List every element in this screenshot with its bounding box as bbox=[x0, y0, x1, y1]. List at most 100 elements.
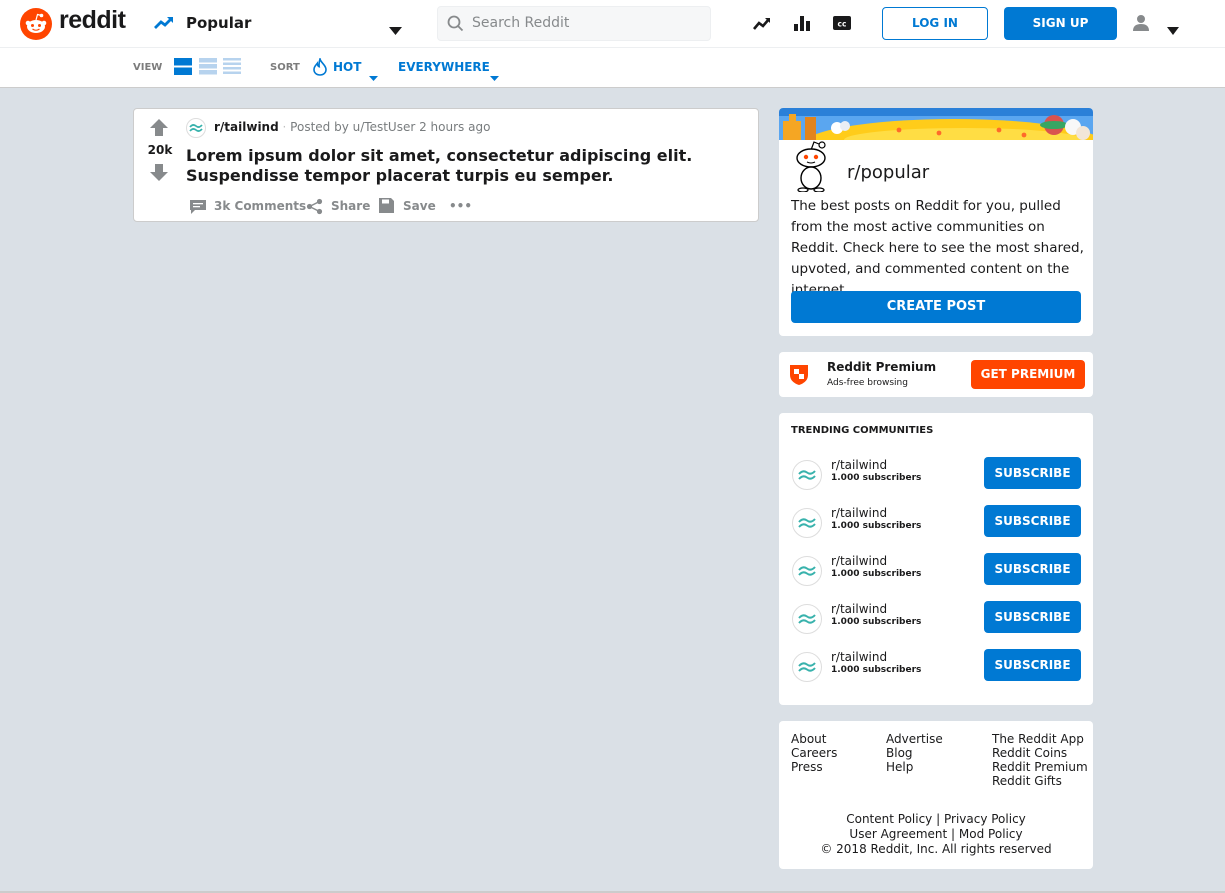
user-menu-chevron-icon[interactable] bbox=[1167, 20, 1179, 39]
post-title[interactable]: Lorem ipsum dolor sit amet, consectetur … bbox=[186, 146, 746, 186]
top-navbar: reddit Popular Search Reddit cc LOG IN S… bbox=[0, 0, 1225, 48]
user-icon[interactable] bbox=[1132, 14, 1150, 36]
svg-text:cc: cc bbox=[838, 20, 847, 29]
get-premium-button[interactable]: GET PREMIUM bbox=[971, 360, 1085, 389]
premium-shield-icon bbox=[788, 362, 810, 390]
premium-title: Reddit Premium bbox=[827, 360, 937, 374]
subscribe-button[interactable]: SUBSCRIBE bbox=[984, 505, 1081, 537]
save-icon[interactable] bbox=[379, 198, 394, 217]
popular-info-card: r/popular The best posts on Reddit for y… bbox=[779, 108, 1093, 336]
sort-bar: VIEW SORT HOT EVERYWHERE bbox=[0, 48, 1225, 88]
community-avatar[interactable] bbox=[792, 556, 822, 586]
footer-link-blog[interactable]: Blog bbox=[886, 746, 943, 760]
search-input[interactable]: Search Reddit bbox=[437, 6, 711, 41]
community-name[interactable]: r/tailwind bbox=[831, 650, 887, 664]
footer-column-1: About Careers Press bbox=[791, 732, 837, 774]
comment-icon[interactable] bbox=[190, 199, 206, 218]
search-placeholder: Search Reddit bbox=[472, 15, 570, 31]
subreddit-avatar[interactable] bbox=[186, 118, 206, 142]
footer-link-reddit-gifts[interactable]: Reddit Gifts bbox=[992, 774, 1088, 788]
community-avatar[interactable] bbox=[792, 508, 822, 538]
community-avatar[interactable] bbox=[792, 652, 822, 682]
footer-link-reddit-coins[interactable]: Reddit Coins bbox=[992, 746, 1088, 760]
community-subscribers: 1.000 subscribers bbox=[831, 617, 922, 627]
feed-selector-label[interactable]: Popular bbox=[186, 14, 251, 32]
downvote-arrow-icon[interactable] bbox=[150, 164, 168, 185]
footer-column-2: Advertise Blog Help bbox=[886, 732, 943, 774]
vote-count: 20k bbox=[147, 143, 173, 157]
trending-arrow-icon bbox=[153, 13, 175, 37]
more-options-icon[interactable]: ••• bbox=[449, 199, 472, 213]
community-subscribers: 1.000 subscribers bbox=[831, 569, 922, 579]
mod-policy-link[interactable]: Mod Policy bbox=[959, 827, 1023, 841]
search-icon bbox=[447, 15, 464, 36]
subscribe-button[interactable]: SUBSCRIBE bbox=[984, 553, 1081, 585]
copyright-text: © 2018 Reddit, Inc. All rights reserved bbox=[820, 842, 1052, 856]
reddit-logo-icon[interactable] bbox=[20, 8, 52, 40]
stats-icon[interactable] bbox=[793, 14, 811, 36]
community-name[interactable]: r/tailwind bbox=[831, 506, 887, 520]
reddit-wordmark[interactable]: reddit bbox=[59, 6, 126, 35]
footer-link-reddit-premium[interactable]: Reddit Premium bbox=[992, 760, 1088, 774]
comments-button[interactable]: 3k Comments bbox=[214, 199, 306, 213]
trending-icon[interactable] bbox=[752, 14, 772, 38]
location-dropdown[interactable]: EVERYWHERE bbox=[398, 60, 490, 74]
save-button[interactable]: Save bbox=[403, 199, 436, 213]
list-item: r/tailwind 1.000 subscribers SUBSCRIBE bbox=[779, 601, 1093, 649]
card-view-icon[interactable] bbox=[174, 58, 192, 79]
subscribe-button[interactable]: SUBSCRIBE bbox=[984, 649, 1081, 681]
footer-agreement-links: User Agreement | Mod Policy bbox=[779, 827, 1093, 842]
community-avatar[interactable] bbox=[792, 604, 822, 634]
cc-icon[interactable]: cc bbox=[833, 15, 851, 35]
subreddit-link[interactable]: r/tailwind bbox=[214, 120, 279, 134]
location-chevron-down-icon[interactable] bbox=[490, 66, 499, 85]
share-button[interactable]: Share bbox=[331, 199, 370, 213]
post-card[interactable]: 20k r/tailwind · Posted by u/TestUser 2 … bbox=[133, 108, 759, 222]
footer-link-advertise[interactable]: Advertise bbox=[886, 732, 943, 746]
classic-view-icon[interactable] bbox=[199, 58, 217, 79]
list-item: r/tailwind 1.000 subscribers SUBSCRIBE bbox=[779, 457, 1093, 505]
premium-subtitle: Ads-free browsing bbox=[827, 378, 908, 388]
subscribe-button[interactable]: SUBSCRIBE bbox=[984, 601, 1081, 633]
view-label: VIEW bbox=[133, 62, 163, 73]
community-name[interactable]: r/tailwind bbox=[831, 602, 887, 616]
post-meta: r/tailwind · Posted by u/TestUser 2 hour… bbox=[214, 120, 491, 134]
community-name[interactable]: r/tailwind bbox=[831, 458, 887, 472]
footer-link-help[interactable]: Help bbox=[886, 760, 943, 774]
trending-communities-card: TRENDING COMMUNITIES r/tailwind 1.000 su… bbox=[779, 413, 1093, 705]
chevron-down-icon[interactable] bbox=[389, 20, 402, 39]
footer-link-reddit-app[interactable]: The Reddit App bbox=[992, 732, 1088, 746]
community-avatar[interactable] bbox=[792, 460, 822, 490]
sort-dropdown[interactable]: HOT bbox=[333, 60, 361, 74]
list-item: r/tailwind 1.000 subscribers SUBSCRIBE bbox=[779, 553, 1093, 601]
trending-title: TRENDING COMMUNITIES bbox=[791, 425, 934, 436]
footer-link-about[interactable]: About bbox=[791, 732, 837, 746]
footer-card: About Careers Press Advertise Blog Help … bbox=[779, 721, 1093, 869]
subscribe-button[interactable]: SUBSCRIBE bbox=[984, 457, 1081, 489]
signup-button[interactable]: SIGN UP bbox=[1004, 7, 1117, 40]
footer-policy-links: Content Policy | Privacy Policy bbox=[779, 812, 1093, 827]
snoo-mascot-icon bbox=[789, 138, 833, 196]
content-policy-link[interactable]: Content Policy bbox=[846, 812, 932, 826]
footer-column-3: The Reddit App Reddit Coins Reddit Premi… bbox=[992, 732, 1088, 788]
footer-separator: | bbox=[936, 812, 941, 826]
community-name[interactable]: r/tailwind bbox=[831, 554, 887, 568]
privacy-policy-link[interactable]: Privacy Policy bbox=[944, 812, 1026, 826]
community-subscribers: 1.000 subscribers bbox=[831, 473, 922, 483]
list-item: r/tailwind 1.000 subscribers SUBSCRIBE bbox=[779, 505, 1093, 553]
upvote-arrow-icon[interactable] bbox=[150, 119, 168, 140]
sort-chevron-down-icon[interactable] bbox=[369, 66, 378, 85]
create-post-button[interactable]: CREATE POST bbox=[791, 291, 1081, 323]
premium-card: Reddit Premium Ads-free browsing GET PRE… bbox=[779, 352, 1093, 397]
post-time: 2 hours ago bbox=[419, 120, 491, 134]
community-subscribers: 1.000 subscribers bbox=[831, 521, 922, 531]
compact-view-icon[interactable] bbox=[223, 58, 241, 79]
login-button[interactable]: LOG IN bbox=[882, 7, 988, 40]
footer-link-careers[interactable]: Careers bbox=[791, 746, 837, 760]
footer-link-press[interactable]: Press bbox=[791, 760, 837, 774]
community-subscribers: 1.000 subscribers bbox=[831, 665, 922, 675]
user-agreement-link[interactable]: User Agreement bbox=[849, 827, 947, 841]
posted-by-link[interactable]: Posted by u/TestUser bbox=[290, 120, 415, 134]
share-icon[interactable] bbox=[306, 198, 323, 219]
footer-separator: | bbox=[951, 827, 956, 841]
